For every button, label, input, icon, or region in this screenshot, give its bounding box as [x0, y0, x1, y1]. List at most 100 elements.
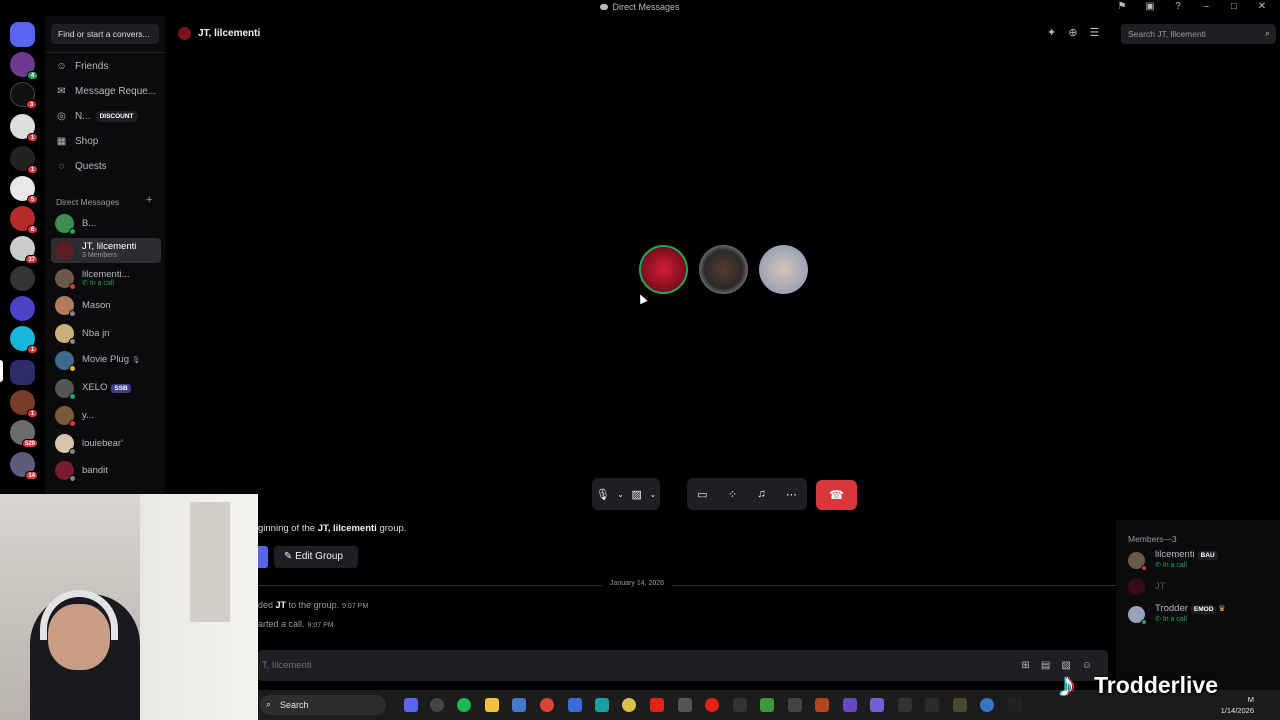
avatar — [55, 324, 76, 345]
envelope-icon: ✉ — [57, 85, 66, 97]
pin-icon[interactable]: ✦ — [1047, 26, 1056, 39]
server-icon[interactable]: 37 — [10, 236, 38, 264]
taskbar-app-icon[interactable] — [953, 698, 967, 712]
soundboard-icon[interactable]: ♫ — [757, 488, 765, 500]
dm-item[interactable]: Movie Plug 🎙 — [51, 348, 161, 373]
server-icon[interactable]: 1 — [10, 114, 38, 142]
taskbar-app-icon[interactable] — [870, 698, 884, 712]
server-icon[interactable]: 5 — [10, 176, 38, 204]
close-button[interactable]: ✕ — [1248, 1, 1276, 12]
find-conversation-button[interactable]: Find or start a convers... — [51, 24, 159, 44]
edit-group-button[interactable]: ✎ Edit Group — [274, 546, 358, 568]
more-options-icon[interactable]: ⋯ — [786, 488, 797, 501]
inbox-icon[interactable]: ▣ — [1136, 1, 1164, 12]
dm-item[interactable]: B... — [51, 211, 161, 236]
taskbar-app-icon[interactable] — [568, 698, 582, 712]
folder-icon[interactable] — [10, 360, 35, 385]
server-icon[interactable]: 6 — [10, 206, 38, 234]
minimize-button[interactable]: – — [1192, 1, 1220, 12]
taskbar-app-icon[interactable] — [815, 698, 829, 712]
system-message: arted a call. 9:07 PM — [258, 619, 334, 629]
call-participant-avatar[interactable] — [639, 245, 688, 294]
message-input[interactable]: T, lilcementi ⊞ ▤ ▧ ☺ — [258, 650, 1108, 681]
flag-icon[interactable]: ⚑ — [1108, 1, 1136, 12]
search-icon: ⌕ — [1264, 28, 1270, 38]
member-item[interactable]: Trodder EMOD ♛ ✆ In a call — [1128, 604, 1226, 625]
taskbar-app-icon[interactable] — [430, 698, 444, 712]
phone-icon: ✆ — [1155, 562, 1163, 569]
server-icon[interactable] — [10, 296, 35, 321]
taskbar-app-icon[interactable] — [1008, 698, 1022, 712]
members-list-icon[interactable]: ☰ — [1089, 26, 1099, 39]
taskbar-app-icon[interactable] — [595, 698, 609, 712]
server-icon[interactable]: 14 — [10, 452, 38, 480]
nav-friends[interactable]: ☺ Friends — [51, 56, 159, 76]
screen-share-icon[interactable]: ▭ — [697, 488, 707, 501]
server-icon[interactable] — [10, 266, 35, 291]
hang-up-icon: ☎ — [829, 488, 844, 502]
chevron-down-icon[interactable]: ⌄ — [649, 490, 656, 499]
help-icon[interactable]: ? — [1164, 1, 1192, 12]
camera-off-icon[interactable]: ▨ — [632, 488, 642, 501]
system-message: ded JT to the group. 9:07 PM — [258, 600, 369, 610]
taskbar-app-icon[interactable] — [843, 698, 857, 712]
dm-item[interactable]: Mason — [51, 293, 161, 318]
group-avatar — [178, 27, 191, 40]
chrome-icon[interactable] — [540, 698, 554, 712]
discord-app-icon[interactable] — [404, 698, 418, 712]
dm-item[interactable]: y... — [51, 403, 161, 428]
group-avatar — [55, 241, 74, 260]
member-item[interactable]: lilcementi BAU ✆ In a call — [1128, 550, 1218, 571]
server-icon[interactable]: 1 — [10, 146, 38, 174]
server-icon[interactable]: 3 — [10, 82, 37, 109]
dm-item[interactable]: lilcementi... ✆ In a call — [51, 266, 161, 291]
server-icon[interactable]: 4 — [10, 52, 38, 80]
taskbar-app-icon[interactable] — [678, 698, 692, 712]
youtube-icon[interactable] — [650, 698, 664, 712]
spotify-icon[interactable] — [457, 698, 471, 712]
file-explorer-icon[interactable] — [485, 698, 499, 712]
maximize-button[interactable]: □ — [1220, 1, 1248, 12]
avatar — [55, 269, 76, 290]
dm-item[interactable]: Nba jn — [51, 321, 161, 346]
dm-item-active[interactable]: JT, lilcementi 3 Members — [51, 238, 161, 263]
taskbar-app-icon[interactable] — [733, 698, 747, 712]
taskbar-app-icon[interactable] — [705, 698, 719, 712]
minecraft-icon[interactable] — [760, 698, 774, 712]
nav-shop[interactable]: ▦ Shop — [51, 131, 159, 151]
microphone-icon[interactable]: 🎙 — [596, 488, 610, 501]
call-participant-avatar[interactable] — [699, 245, 748, 294]
taskbar-app-icon[interactable] — [622, 698, 636, 712]
dm-item[interactable]: bandit — [51, 458, 161, 483]
gift-icon[interactable]: ⊞ — [1021, 660, 1029, 671]
server-icon[interactable]: 1 — [10, 326, 38, 354]
chevron-down-icon[interactable]: ⌄ — [617, 490, 624, 499]
taskbar-app-icon[interactable] — [788, 698, 802, 712]
home-button[interactable] — [10, 22, 35, 47]
taskbar-app-icon[interactable] — [980, 698, 994, 712]
disconnect-button[interactable]: ☎ — [816, 480, 857, 510]
add-friends-icon[interactable]: ⊕ — [1068, 26, 1077, 39]
taskbar-app-icon[interactable] — [925, 698, 939, 712]
activities-icon[interactable]: ⁘ — [728, 488, 737, 501]
server-icon[interactable]: 529 — [10, 420, 38, 448]
member-item[interactable]: JT — [1128, 578, 1166, 595]
nav-quests[interactable]: ◌ Quests — [51, 156, 159, 176]
taskbar-search[interactable]: ⌕ Search — [260, 695, 386, 715]
create-dm-plus-icon[interactable]: + — [146, 194, 152, 206]
header-actions: ✦ ⊕ ☰ — [1047, 26, 1099, 39]
nav-message-requests[interactable]: ✉ Message Reque... — [51, 81, 159, 101]
dm-item[interactable]: louiebear' — [51, 431, 161, 456]
server-icon[interactable]: 1 — [10, 390, 38, 418]
search-input[interactable]: Search JT, lilcementi ⌕ — [1121, 24, 1276, 44]
avatar — [1128, 605, 1147, 625]
member-list-header: Members—3 — [1128, 534, 1177, 544]
avatar — [55, 296, 76, 317]
nav-nitro[interactable]: ◎ N... DISCOUNT — [51, 106, 159, 126]
taskbar-app-icon[interactable] — [512, 698, 526, 712]
call-participant-avatar[interactable] — [759, 245, 808, 294]
dm-item[interactable]: XELO SSB — [51, 376, 161, 401]
taskbar-app-icon[interactable] — [898, 698, 912, 712]
background-object — [190, 502, 230, 622]
invite-button[interactable] — [258, 546, 268, 568]
